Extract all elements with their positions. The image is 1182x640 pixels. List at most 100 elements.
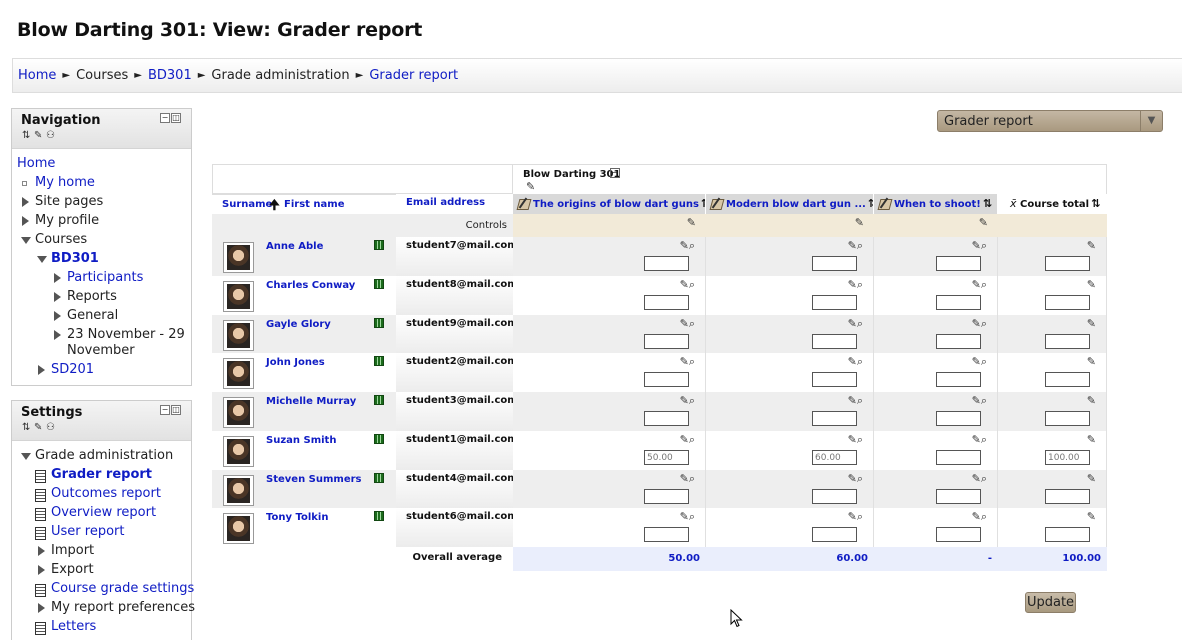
grade-input[interactable] (644, 489, 689, 504)
dock-icon[interactable]: ◫ (171, 405, 181, 415)
user-report-icon[interactable] (374, 511, 384, 521)
settings-export[interactable]: Export (51, 562, 94, 577)
edit-icon[interactable]: ✎ (1087, 279, 1096, 291)
course-total-input[interactable] (1045, 372, 1090, 387)
grade-input[interactable] (936, 489, 981, 504)
settings-my-report-preferences[interactable]: My report preferences (51, 600, 195, 615)
student-name-link[interactable]: Gayle Glory (266, 319, 331, 330)
edit-search-icon[interactable]: ✎⌕ (848, 434, 863, 446)
grade-input[interactable] (644, 527, 689, 542)
expand-icon[interactable] (22, 197, 29, 207)
nav-bd301[interactable]: BD301 (51, 251, 99, 266)
collapse-tree-icon[interactable] (37, 256, 47, 263)
collapse-tree-icon[interactable] (21, 237, 31, 244)
expand-icon[interactable] (38, 565, 45, 575)
settings-letters[interactable]: Letters (51, 619, 96, 634)
settings-import[interactable]: Import (51, 543, 94, 558)
settings-grader-report[interactable]: Grader report (51, 467, 152, 482)
edit-search-icon[interactable]: ✎⌕ (848, 318, 863, 330)
avatar[interactable] (223, 397, 254, 428)
edit-icon[interactable]: ✎ (34, 422, 45, 433)
grade-input[interactable] (936, 256, 981, 271)
edit-search-icon[interactable]: ✎⌕ (848, 240, 863, 252)
course-total-input[interactable] (1045, 411, 1090, 426)
move-icon[interactable]: ⇅ (22, 130, 33, 141)
grade-input[interactable] (936, 450, 981, 465)
grade-input[interactable] (644, 411, 689, 426)
edit-search-icon[interactable]: ✎⌕ (680, 318, 695, 330)
avatar[interactable] (223, 513, 254, 544)
edit-icon[interactable]: ✎ (1087, 318, 1096, 330)
expand-icon[interactable] (38, 546, 45, 556)
sort-icon[interactable]: ⇅ (701, 197, 705, 210)
edit-search-icon[interactable]: ✎⌕ (848, 279, 863, 291)
nav-courses[interactable]: Courses (35, 232, 87, 247)
edit-search-icon[interactable]: ✎⌕ (972, 279, 987, 291)
edit-search-icon[interactable]: ✎⌕ (972, 511, 987, 523)
dock-icon[interactable]: ◫ (171, 113, 181, 123)
sort-icon[interactable]: ⇅ (983, 197, 992, 210)
edit-search-icon[interactable]: ✎⌕ (680, 356, 695, 368)
expand-icon[interactable] (38, 603, 45, 613)
grade-input[interactable] (812, 489, 857, 504)
grade-input[interactable] (812, 411, 857, 426)
edit-search-icon[interactable]: ✎⌕ (972, 318, 987, 330)
sort-icon[interactable]: ⇅ (1091, 197, 1100, 210)
grade-input[interactable] (644, 256, 689, 271)
edit-search-icon[interactable]: ✎⌕ (680, 511, 695, 523)
course-total-input[interactable] (1045, 450, 1090, 465)
edit-icon[interactable]: ✎ (526, 181, 538, 193)
edit-search-icon[interactable]: ✎⌕ (680, 473, 695, 485)
grade-input[interactable] (812, 527, 857, 542)
student-name-link[interactable]: Anne Able (266, 241, 323, 252)
edit-icon[interactable]: ✎ (1087, 356, 1096, 368)
settings-outcomes-report[interactable]: Outcomes report (51, 486, 161, 501)
edit-icon[interactable]: ✎ (687, 217, 696, 229)
settings-course-grade-settings[interactable]: Course grade settings (51, 581, 194, 596)
avatar[interactable] (223, 475, 254, 506)
sort-firstname-link[interactable]: First name (284, 199, 344, 210)
roles-icon[interactable]: ⚇ (46, 130, 57, 141)
user-report-icon[interactable] (374, 473, 384, 483)
grade-input[interactable] (812, 295, 857, 310)
avatar[interactable] (223, 281, 254, 312)
settings-overview-report[interactable]: Overview report (51, 505, 156, 520)
edit-search-icon[interactable]: ✎⌕ (848, 395, 863, 407)
grade-input[interactable] (644, 295, 689, 310)
sort-surname-link[interactable]: Surname (222, 199, 272, 210)
collapse-icon[interactable]: − (160, 113, 170, 123)
move-icon[interactable]: ⇅ (22, 422, 33, 433)
student-name-link[interactable]: Steven Summers (266, 474, 362, 485)
item-3-link[interactable]: When to shoot! (894, 199, 981, 210)
user-report-icon[interactable] (374, 356, 384, 366)
edit-icon[interactable]: ✎ (1087, 240, 1096, 252)
edit-search-icon[interactable]: ✎⌕ (848, 473, 863, 485)
nav-sd201[interactable]: SD201 (51, 362, 94, 377)
grade-input[interactable] (812, 372, 857, 387)
nav-home[interactable]: Home (17, 156, 55, 171)
edit-icon[interactable]: ✎ (1087, 395, 1096, 407)
category-collapse-icon[interactable]: − (610, 168, 620, 178)
collapse-tree-icon[interactable] (21, 453, 31, 460)
edit-search-icon[interactable]: ✎⌕ (680, 395, 695, 407)
grade-input[interactable] (936, 334, 981, 349)
student-name-link[interactable]: Charles Conway (266, 280, 355, 291)
expand-icon[interactable] (54, 273, 61, 283)
sort-email-link[interactable]: Email address (406, 197, 485, 208)
user-report-icon[interactable] (374, 279, 384, 289)
nav-participants[interactable]: Participants (67, 270, 143, 285)
user-report-icon[interactable] (374, 318, 384, 328)
edit-search-icon[interactable]: ✎⌕ (972, 473, 987, 485)
edit-search-icon[interactable]: ✎⌕ (680, 240, 695, 252)
report-type-select[interactable]: Grader report ▼ (937, 110, 1163, 132)
grade-input[interactable] (812, 256, 857, 271)
breadcrumb-bd301[interactable]: BD301 (148, 68, 192, 83)
edit-search-icon[interactable]: ✎⌕ (848, 511, 863, 523)
grade-input[interactable] (936, 527, 981, 542)
avatar[interactable] (223, 436, 254, 467)
edit-icon[interactable]: ✎ (1087, 434, 1096, 446)
edit-search-icon[interactable]: ✎⌕ (972, 356, 987, 368)
grade-input[interactable] (644, 372, 689, 387)
student-name-link[interactable]: John Jones (266, 357, 325, 368)
edit-icon[interactable]: ✎ (855, 217, 864, 229)
